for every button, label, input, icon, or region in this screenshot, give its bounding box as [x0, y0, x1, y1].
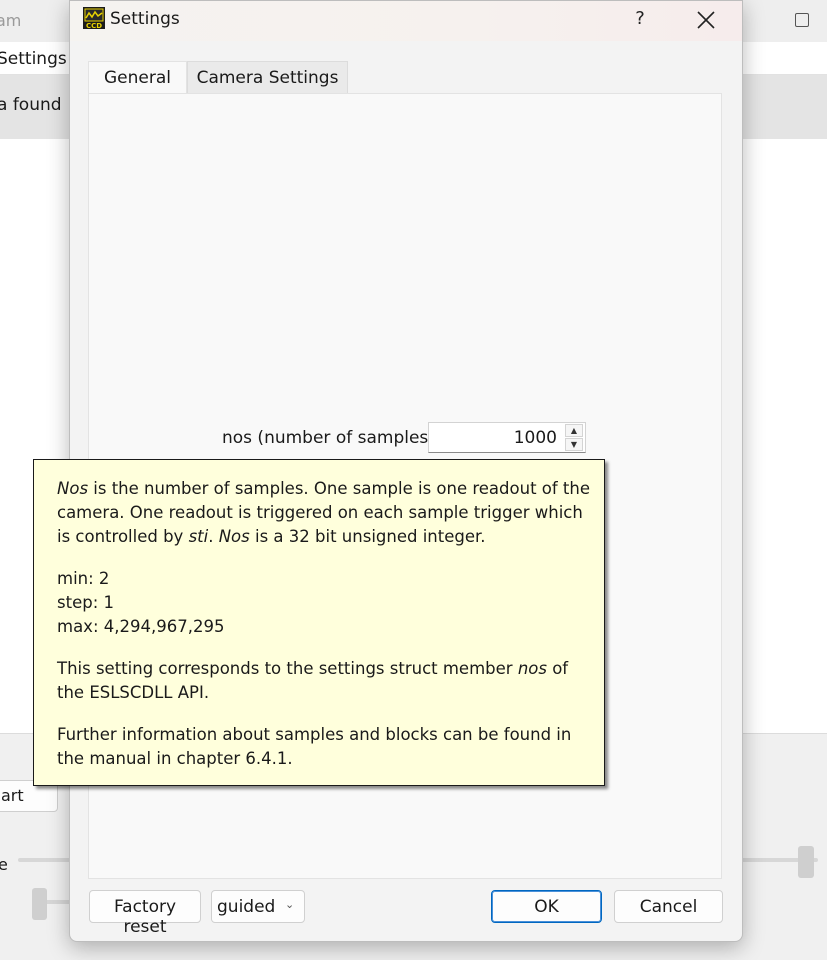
spin-down-arrow-icon[interactable]: ▼: [565, 438, 583, 451]
nos-tooltip: Nos is the number of samples. One sample…: [33, 459, 605, 786]
tooltip-description: Nos is the number of samples. One sample…: [57, 477, 592, 549]
nos-spinbox[interactable]: 1000 ▲ ▼: [428, 422, 586, 453]
dialog-titlebar[interactable]: CCD Settings ?: [70, 1, 742, 41]
tooltip-term-sti: sti: [188, 527, 209, 546]
tooltip-step: step: 1: [57, 593, 114, 612]
ccd-camera-icon: CCD: [83, 7, 105, 29]
background-menu-settings[interactable]: Settings: [0, 49, 67, 69]
maximize-icon[interactable]: [795, 13, 809, 27]
tooltip-term-nos: Nos: [218, 527, 250, 546]
chevron-down-icon: ⌄: [285, 898, 295, 911]
mode-dropdown-value: guided: [217, 897, 276, 917]
nos-value[interactable]: 1000: [514, 428, 557, 448]
help-button[interactable]: ?: [630, 8, 650, 29]
tooltip-term-nos: nos: [517, 659, 547, 678]
tab-camera-settings[interactable]: Camera Settings: [187, 61, 348, 93]
tooltip-api-note: This setting corresponds to the settings…: [57, 657, 592, 705]
tooltip-limits: min: 2 step: 1 max: 4,294,967,295: [57, 567, 592, 639]
background-slider-label: e: [0, 855, 8, 874]
dialog-title: Settings: [110, 9, 180, 29]
background-title: am: [0, 11, 22, 30]
tooltip-text: is a 32 bit unsigned integer.: [249, 527, 486, 546]
tooltip-min: min: 2: [57, 569, 110, 588]
mode-dropdown[interactable]: guided ⌄: [211, 890, 305, 923]
tooltip-term-nos: Nos: [57, 479, 89, 498]
tooltip-text: This setting corresponds to the settings…: [57, 659, 518, 678]
background-info-text: a found: [0, 95, 62, 115]
ok-button[interactable]: OK: [491, 890, 602, 923]
tooltip-text: .: [208, 527, 219, 546]
close-icon[interactable]: [695, 9, 717, 31]
svg-text:CCD: CCD: [86, 22, 102, 29]
factory-reset-button[interactable]: Factory reset: [89, 890, 201, 937]
cancel-button[interactable]: Cancel: [614, 890, 723, 923]
tooltip-manual-note: Further information about samples and bl…: [57, 725, 572, 768]
background-slider-thumb[interactable]: [798, 846, 814, 878]
tooltip-max: max: 4,294,967,295: [57, 617, 225, 636]
background-slider2-thumb[interactable]: [32, 888, 47, 920]
tab-general[interactable]: General: [88, 61, 187, 93]
nos-label: nos (number of samples): [222, 428, 435, 448]
spin-up-arrow-icon[interactable]: ▲: [565, 424, 583, 437]
